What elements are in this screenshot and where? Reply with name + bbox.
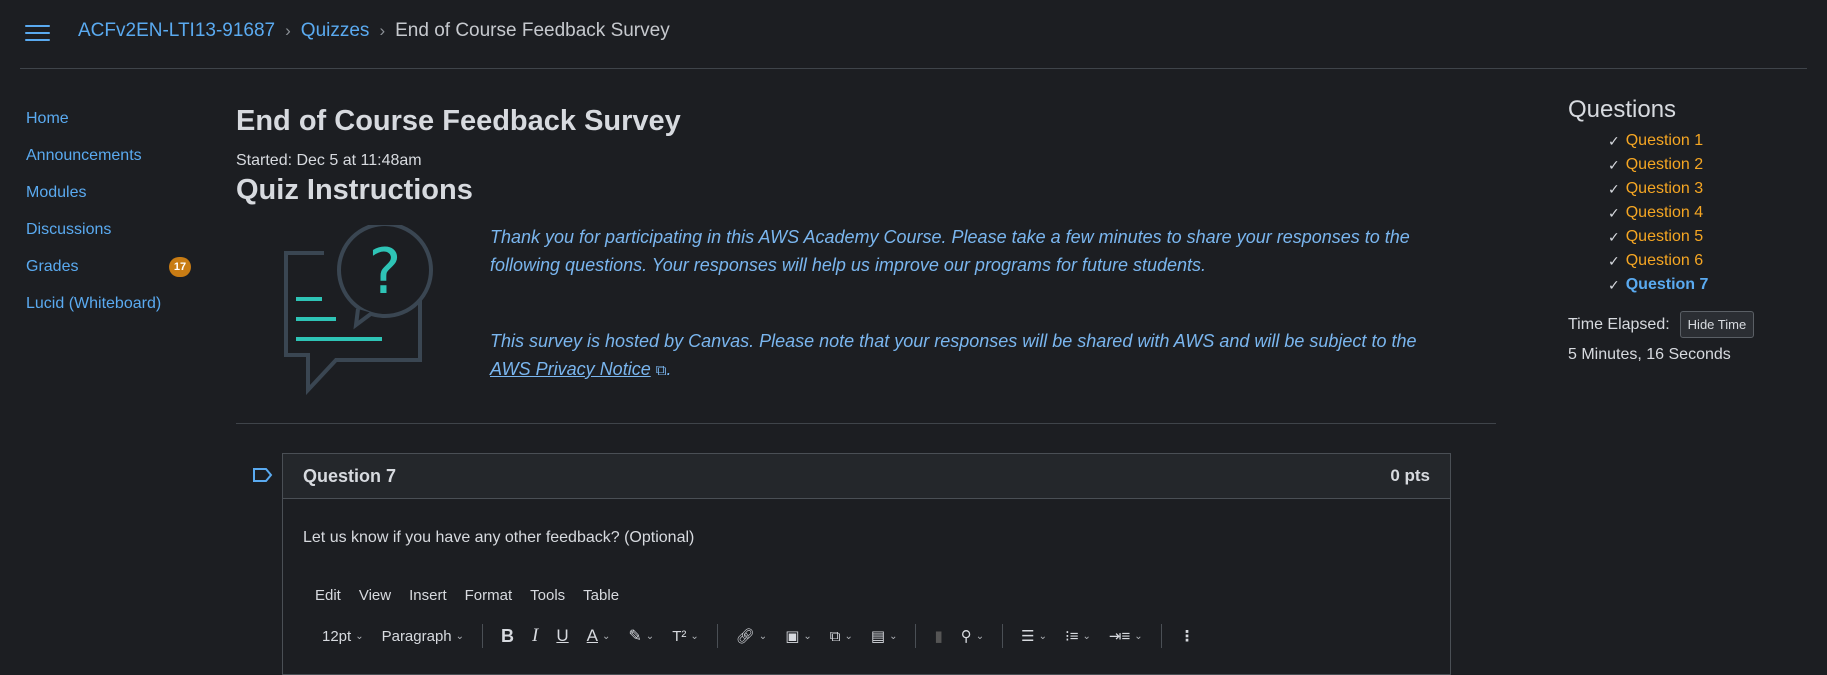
checkmark-icon: ✓	[1608, 156, 1620, 173]
nav-item-grades[interactable]: Grades 17	[26, 248, 191, 285]
menu-format[interactable]: Format	[465, 587, 513, 604]
question-link-4[interactable]: ✓ Question 4	[1568, 201, 1768, 225]
question-link-2[interactable]: ✓ Question 2	[1568, 153, 1768, 177]
block-format-select[interactable]: Paragraph ⌄	[376, 628, 470, 645]
superscript-icon[interactable]: T² ⌄	[666, 628, 705, 645]
question-points: 0 pts	[1390, 466, 1430, 485]
document-icon[interactable]: ▤ ⌄	[865, 627, 904, 645]
question-header: Question 7 0 pts	[283, 454, 1450, 499]
menu-table[interactable]: Table	[583, 587, 619, 604]
checkmark-icon: ✓	[1608, 228, 1620, 245]
instructions-heading: Quiz Instructions	[236, 174, 473, 206]
italic-icon[interactable]: I	[526, 625, 544, 647]
question-link-5[interactable]: ✓ Question 5	[1568, 225, 1768, 249]
checkmark-icon: ✓	[1608, 204, 1620, 221]
breadcrumb: ACFv2EN-LTI13-91687 › Quizzes › End of C…	[78, 20, 670, 42]
indent-icon[interactable]: ⇥≡ ⌄	[1103, 627, 1149, 645]
breadcrumb-quizzes-link[interactable]: Quizzes	[301, 20, 370, 42]
nav-item-announcements[interactable]: Announcements	[26, 137, 191, 174]
breadcrumb-current: End of Course Feedback Survey	[395, 20, 670, 41]
menu-tools[interactable]: Tools	[530, 587, 565, 604]
nav-item-discussions[interactable]: Discussions	[26, 211, 191, 248]
font-size-select[interactable]: 12pt ⌄	[316, 628, 370, 645]
flag-question-icon[interactable]	[252, 467, 274, 483]
bold-icon[interactable]: B	[495, 626, 520, 647]
instructions-paragraph-1: Thank you for participating in this AWS …	[490, 227, 1410, 275]
grades-count-badge: 17	[169, 256, 191, 277]
bullet-list-icon[interactable]: ⁝≡ ⌄	[1059, 627, 1097, 645]
editor-toolbar: 12pt ⌄ Paragraph ⌄ B I U A ⌄ ✎ ⌄ T² ⌄ 🔗︎ ⌄ ▣ ⌄ …	[283, 604, 1450, 648]
text-color-icon[interactable]: A ⌄	[581, 626, 617, 646]
align-icon[interactable]: ☰ ⌄	[1015, 627, 1053, 645]
course-navigation: Home Announcements Modules Discussions G…	[26, 100, 191, 322]
chevron-right-icon: ›	[285, 21, 291, 40]
elapsed-time: 5 Minutes, 16 Seconds	[1568, 346, 1731, 363]
questions-sidebar: Questions ✓ Question 1 ✓ Question 2 ✓ Quest…	[1568, 96, 1768, 364]
header-divider	[20, 68, 1807, 69]
question-list: ✓ Question 1 ✓ Question 2 ✓ Question 3 ✓ Que…	[1568, 129, 1768, 297]
hamburger-menu-icon[interactable]	[25, 25, 50, 43]
question-card: Question 7 0 pts Let us know if you have…	[282, 453, 1451, 675]
timer-row: Time Elapsed: Hide Time	[1568, 311, 1768, 338]
highlight-icon[interactable]: ✎ ⌄	[622, 626, 660, 646]
checkmark-icon: ✓	[1608, 252, 1620, 269]
media-icon[interactable]: ⧉ ⌄	[824, 628, 859, 645]
nav-item-modules[interactable]: Modules	[26, 174, 191, 211]
privacy-notice-link[interactable]: AWS Privacy Notice	[490, 359, 651, 379]
chevron-down-icon: ⌄	[355, 630, 364, 642]
question-link-6[interactable]: ✓ Question 6	[1568, 249, 1768, 273]
question-text: Let us know if you have any other feedba…	[303, 529, 695, 546]
question-title: Question 7	[303, 465, 397, 486]
instructions-block: ? Thank you for participating in this AW…	[236, 213, 1496, 433]
chevron-right-icon: ›	[379, 21, 386, 40]
time-elapsed-label: Time Elapsed:	[1568, 315, 1670, 333]
external-link-icon: ⧉	[655, 362, 667, 379]
image-icon[interactable]: ▣ ⌄	[779, 627, 818, 645]
question-link-3[interactable]: ✓ Question 3	[1568, 177, 1768, 201]
hide-time-button[interactable]: Hide Time	[1679, 311, 1755, 338]
checkmark-icon: ✓	[1608, 132, 1620, 149]
svg-text:?: ?	[369, 235, 402, 308]
editor-menubar: Edit View Insert Format Tools Table	[283, 547, 1450, 604]
quiz-title: End of Course Feedback Survey	[236, 105, 681, 137]
instructions-divider	[236, 423, 1496, 424]
more-options-icon[interactable]: ⋮	[1174, 627, 1201, 645]
menu-insert[interactable]: Insert	[409, 587, 447, 604]
menu-edit[interactable]: Edit	[315, 587, 341, 604]
checkmark-icon: ✓	[1608, 180, 1620, 197]
plugin-icon[interactable]: ⚲ ⌄	[955, 627, 990, 645]
questions-heading: Questions	[1568, 96, 1677, 123]
checkmark-icon: ✓	[1608, 276, 1620, 293]
feedback-question-icon: ?	[284, 225, 433, 395]
instructions-paragraph-2: This survey is hosted by Canvas. Please …	[490, 331, 1417, 379]
quiz-main: End of Course Feedback Survey Started: D…	[236, 105, 1496, 433]
chevron-down-icon: ⌄	[455, 630, 465, 642]
question-link-7[interactable]: ✓ Question 7	[1568, 273, 1768, 297]
nav-item-lucid[interactable]: Lucid (Whiteboard)	[26, 285, 191, 322]
menu-view[interactable]: View	[359, 587, 391, 604]
link-icon[interactable]: 🔗︎ ⌄	[730, 627, 773, 645]
underline-icon[interactable]: U	[550, 626, 574, 646]
started-time: Started: Dec 5 at 11:48am	[236, 152, 422, 169]
question-link-1[interactable]: ✓ Question 1	[1568, 129, 1768, 153]
instructions-text: Thank you for participating in this AWS …	[490, 213, 1430, 385]
breadcrumb-course-link[interactable]: ACFv2EN-LTI13-91687	[78, 20, 275, 42]
nav-item-home[interactable]: Home	[26, 100, 191, 137]
apps-icon[interactable]: ▮	[928, 627, 948, 645]
